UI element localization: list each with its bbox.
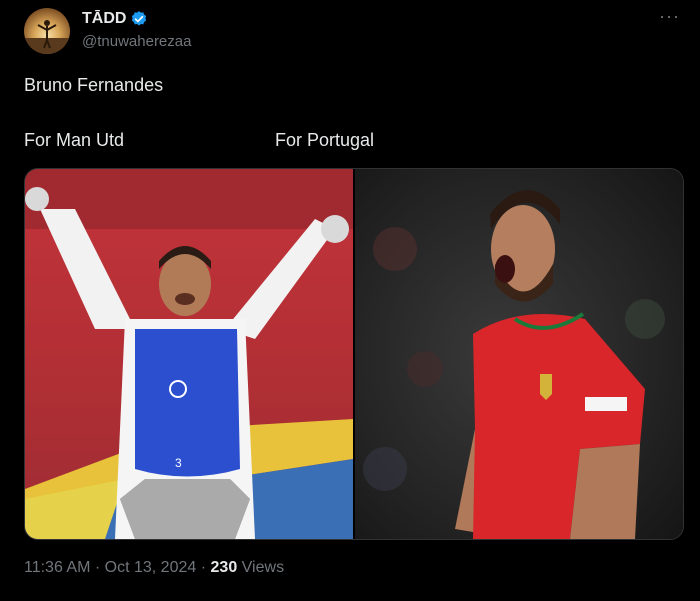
media-image-right[interactable] [355,169,683,539]
author-handle[interactable]: @tnuwaherezaa [82,33,191,50]
tweet-metadata: 11:36 AM · Oct 13, 2024 · 230 Views [24,559,284,577]
tweet-media[interactable]: 3 [24,168,684,540]
views-label: Views [241,559,285,576]
meta-separator-2: · [200,559,207,576]
media-image-left[interactable]: 3 [25,169,353,539]
more-options-icon[interactable]: ··· [659,6,680,27]
caption-left: For Man Utd [24,130,125,150]
views-count: 230 [210,559,238,576]
tweet-text: Bruno Fernandes [24,75,164,95]
caption-right: For Portugal [275,130,375,150]
avatar[interactable] [24,8,70,54]
tweet-date[interactable]: Oct 13, 2024 [105,559,197,576]
chest-number: 3 [175,456,182,470]
tweet-time[interactable]: 11:36 AM [24,559,90,576]
author-name-row[interactable]: TĀDD [82,10,148,28]
meta-separator: · [94,559,101,576]
verified-badge-icon [132,11,147,26]
author-display-name[interactable]: TĀDD [82,10,126,28]
avatar-image [24,20,70,54]
